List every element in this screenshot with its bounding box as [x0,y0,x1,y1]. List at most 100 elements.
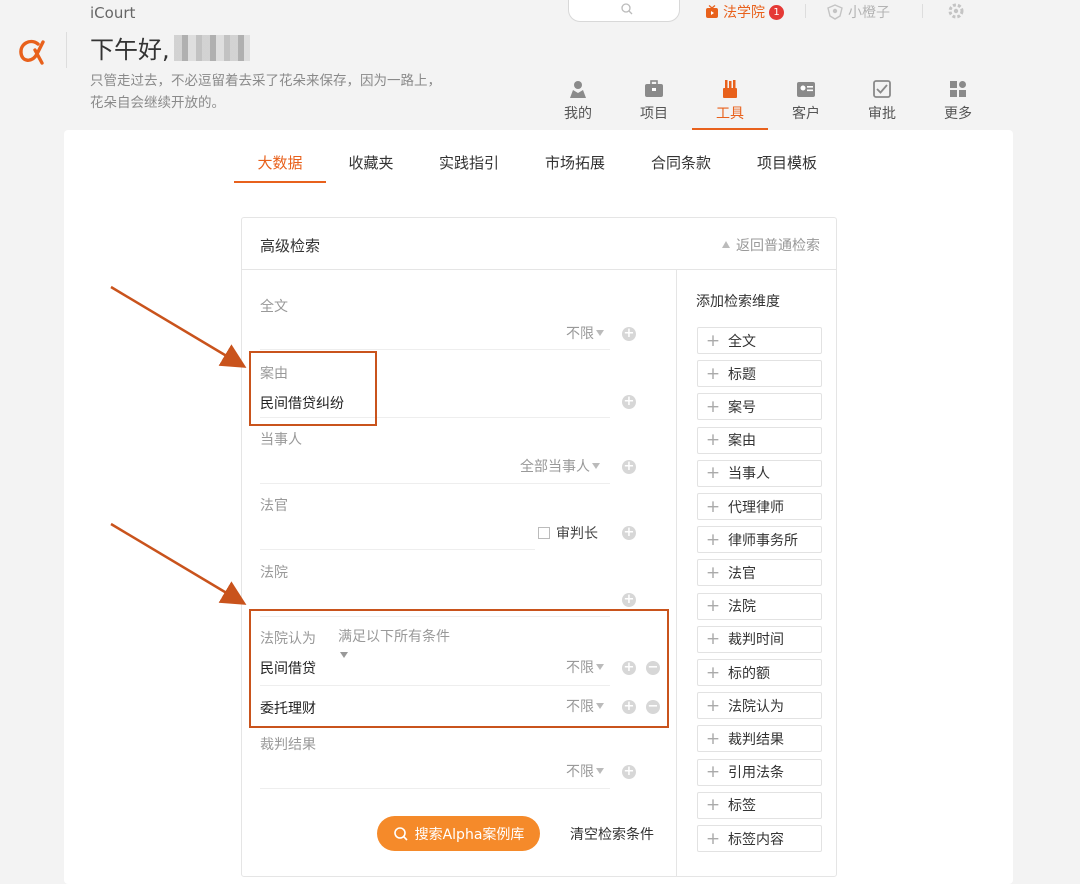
top-header: iCourt 下午好, 只管走过去，不必逗留着去采了花朵来保存，因为一路上，花朵… [0,0,1080,135]
add-dimension-button[interactable]: + 法院认为 [697,692,822,720]
add-dimension-button[interactable]: + 标签 [697,791,822,819]
plus-icon: + [705,496,721,517]
plus-icon: + [705,396,721,417]
nav-projects[interactable]: 项目 [616,76,692,130]
nav-more[interactable]: 更多 [920,76,996,130]
tab-favorites[interactable]: 收藏夹 [326,148,416,183]
clear-conditions-link[interactable]: 清空检索条件 [570,824,654,844]
nav-clients[interactable]: 客户 [768,76,844,130]
plus-icon: + [705,596,721,617]
tab-market-expansion[interactable]: 市场拓展 [522,148,628,183]
nav-label: 我的 [564,106,592,122]
add-dimension-button[interactable]: + 标题 [697,360,822,388]
tools-icon [723,80,737,98]
plus-icon: + [705,795,721,816]
add-circle-icon[interactable]: + [622,395,636,409]
party-type-select[interactable]: 全部当事人 [520,456,600,476]
nav-label: 审批 [868,106,896,122]
add-circle-icon[interactable]: + [622,593,636,607]
add-dimension-button[interactable]: + 引用法条 [697,758,822,786]
nav-label: 客户 [792,106,820,122]
select-value: 不限 [566,764,594,780]
dimension-label: 全文 [728,333,756,350]
field-label: 当事人 [260,432,302,448]
dimension-label: 律师事务所 [728,532,798,549]
advanced-search-panel: 高级检索 返回普通检索 全文 不限 + 案由 民间借贷纠纷 + 当事人 全部当事… [241,217,837,877]
add-dimension-button[interactable]: + 法院 [697,592,822,620]
column-divider [676,270,677,877]
top-divider [922,4,923,18]
field-court: 法院 + [260,562,640,617]
plus-icon: + [705,728,721,749]
dimension-label: 法官 [728,565,756,582]
caret-down-icon [596,768,604,774]
logo-divider [66,32,67,68]
caret-down-icon [592,463,600,469]
add-dimension-button[interactable]: + 案由 [697,426,822,454]
user-menu[interactable]: 小橙子 [826,2,890,22]
add-circle-icon[interactable]: + [622,765,636,779]
field-underline [260,788,610,789]
tab-big-data[interactable]: 大数据 [234,148,326,183]
checkbox-box[interactable] [538,527,550,539]
greeting: 下午好, [90,30,250,65]
plus-icon: + [705,629,721,650]
dimension-label: 标签 [728,798,756,815]
fulltext-scope-select[interactable]: 不限 [566,323,604,343]
grid-icon [950,81,966,97]
plus-icon: + [705,529,721,550]
plus-icon: + [705,463,721,484]
back-to-normal-search-link[interactable]: 返回普通检索 [722,235,820,255]
add-dimension-button[interactable]: + 标的额 [697,659,822,686]
plus-icon: + [705,662,721,683]
field-underline [260,349,610,350]
add-dimension-button[interactable]: + 裁判时间 [697,625,822,653]
field-fulltext: 全文 不限 + [260,296,640,350]
tab-practice-guide[interactable]: 实践指引 [416,148,522,183]
nav-mine[interactable]: 我的 [540,76,616,130]
tab-project-templates[interactable]: 项目模板 [734,148,840,183]
plus-icon: + [705,330,721,351]
tool-tabs: 大数据 收藏夹 实践指引 市场拓展 合同条款 项目模板 [234,148,840,183]
add-circle-icon[interactable]: + [622,460,636,474]
gear-icon[interactable] [947,2,965,20]
nav-approval[interactable]: 审批 [844,76,920,130]
field-label: 全文 [260,299,288,315]
plus-icon: + [705,695,721,716]
result-scope-select[interactable]: 不限 [566,761,604,781]
plus-icon: + [705,363,721,384]
add-dimension-button[interactable]: + 全文 [697,327,822,354]
dimension-label: 标的额 [728,665,770,682]
main-nav: 我的 项目 工具 客户 审批 更多 [540,76,996,130]
presiding-judge-checkbox[interactable]: 审判长 [538,523,598,543]
checkbox-label: 审判长 [556,526,598,542]
search-icon [393,826,408,841]
nav-tools[interactable]: 工具 [692,76,768,130]
tab-contract-clauses[interactable]: 合同条款 [628,148,734,183]
dimension-label: 裁判时间 [728,632,784,649]
search-icon [621,3,633,15]
alpha-logo-icon[interactable] [16,30,50,70]
global-search-input[interactable] [568,0,680,22]
add-dimension-button[interactable]: + 当事人 [697,459,822,487]
search-alpha-button[interactable]: 搜索Alpha案例库 [377,816,540,851]
user-name: 小橙子 [848,5,890,21]
field-underline [260,483,610,484]
add-circle-icon[interactable]: + [622,327,636,341]
shield-user-icon [827,4,843,20]
field-underline [260,549,535,550]
field-label: 法院 [260,565,288,581]
add-dimension-button[interactable]: + 代理律师 [697,493,822,520]
field-label: 裁判结果 [260,737,316,753]
add-dimension-button[interactable]: + 案号 [697,393,822,421]
add-circle-icon[interactable]: + [622,526,636,540]
triangle-up-icon [722,241,730,248]
add-dimension-button[interactable]: + 法官 [697,559,822,587]
add-dimension-button[interactable]: + 律师事务所 [697,526,822,554]
field-judge: 法官 审判长 + [260,495,640,550]
law-school-link[interactable]: 法学院 1 [705,2,784,22]
dimension-label: 法院 [728,599,756,616]
add-dimension-button[interactable]: + 标签内容 [697,825,822,852]
add-dimension-button[interactable]: + 裁判结果 [697,725,822,753]
annotation-box-court-holds [249,609,669,728]
